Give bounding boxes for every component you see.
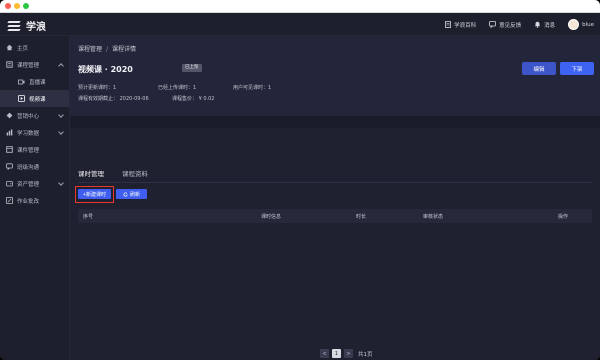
sidebar-item-learning-data[interactable]: 学习数据 [0,124,69,141]
refresh-button[interactable]: 刷新 [116,189,147,199]
feedback-label: 意见反馈 [499,22,522,29]
tab-lesson-management[interactable]: 课时管理 [78,168,104,183]
user-menu[interactable]: blue [568,19,594,30]
edit-button[interactable]: 编辑 [522,62,556,75]
sidebar-item-label: 班级沟通 [17,164,40,171]
app-window: 学浪 学浪百科 意见反馈 消息 blue 主页 课程管理 直播课 视频课 营销中… [0,0,600,360]
close-window-button[interactable] [5,3,11,9]
column-header-review-status: 审核状态 [423,214,444,220]
sidebar-item-label: 视频课 [29,96,46,103]
app-name: 学浪 [26,22,46,33]
section-divider [70,116,600,128]
avatar [568,19,580,30]
prev-page-button[interactable]: < [320,349,329,358]
wallet-icon [6,180,13,187]
sidebar-item-asset-management[interactable]: 资产管理 [0,175,69,192]
take-offline-button[interactable]: 下架 [560,62,594,75]
chat-icon [489,21,496,28]
sidebar-item-video-course[interactable]: 视频课 [0,90,69,107]
sidebar-item-label: 课件管理 [17,147,40,154]
minimize-window-button[interactable] [14,3,20,9]
sidebar-item-label: 资产管理 [17,181,40,188]
new-lesson-button[interactable]: +新建课时 [78,189,111,199]
video-icon [18,78,25,85]
tab-course-materials[interactable]: 课程资料 [122,168,148,182]
sidebar: 主页 课程管理 直播课 视频课 营销中心 学习数据 课件管理 班级沟通 资产管理… [0,36,70,360]
tabs: 课时管理 课程资料 [78,168,166,183]
help-center-label: 学浪百科 [454,22,477,29]
page-total: 共1页 [358,351,373,358]
edit-icon [6,197,13,204]
chevron-up-icon [58,63,64,69]
logo[interactable]: 学浪 [7,18,46,33]
lesson-section: 课时管理 课程资料 +新建课时 刷新 序号 课时信息 时长 审核状态 操作 [70,128,600,360]
notifications-label: 消息 [544,22,556,29]
planned-lessons-info: 预计更新课时：1 [78,85,117,91]
page-number-current[interactable]: 1 [332,349,341,358]
main-content: 课程管理 / 课程详情 视频课 · 2020 已上架 编辑 下架 预计更新课时：1 … [70,36,600,360]
logo-icon [7,20,21,31]
uploaded-lessons-info: 已经上传课时：1 [158,85,197,91]
pagination: < 1 > 共1页 [320,349,373,358]
breadcrumb-separator: / [106,46,109,53]
top-actions: 学浪百科 意见反馈 消息 blue [431,13,594,36]
notifications-link[interactable]: 消息 [534,21,555,29]
window-titlebar [0,0,600,13]
visible-lessons-info: 用户可见课时：1 [233,85,272,91]
book-icon [6,61,13,68]
next-page-button[interactable]: > [344,349,353,358]
column-header-actions: 操作 [558,214,569,220]
chevron-down-icon [58,180,64,186]
breadcrumb-parent[interactable]: 课程管理 [78,46,102,53]
sidebar-item-courseware[interactable]: 课件管理 [0,141,69,158]
sidebar-item-home[interactable]: 主页 [0,39,69,56]
maximize-window-button[interactable] [23,3,29,9]
home-icon [6,44,13,51]
table-header: 序号 课时信息 时长 审核状态 操作 [78,209,592,223]
chart-icon [6,129,13,136]
sidebar-item-label: 营销中心 [17,113,40,120]
username: blue [582,21,594,28]
sidebar-item-marketing[interactable]: 营销中心 [0,107,69,124]
chevron-down-icon [58,112,64,118]
folder-icon [6,146,13,153]
breadcrumb: 课程管理 / 课程详情 [78,44,136,53]
feedback-link[interactable]: 意见反馈 [489,21,521,29]
tabs-divider [78,182,592,183]
validity-info: 课程有效期截止： 2020-09-06 [78,96,149,102]
sidebar-item-label: 主页 [17,45,29,52]
sidebar-item-class-communication[interactable]: 班级沟通 [0,158,69,175]
refresh-label: 刷新 [129,191,140,198]
column-header-duration: 时长 [356,214,367,220]
bell-icon [534,21,541,28]
price-info: 课程售价： ¥ 0.02 [172,96,215,102]
sidebar-item-course-management[interactable]: 课程管理 [0,56,69,73]
help-center-link[interactable]: 学浪百科 [444,21,476,29]
refresh-icon [123,191,128,197]
message-icon [6,163,13,170]
course-header: 课程管理 / 课程详情 视频课 · 2020 已上架 编辑 下架 预计更新课时：1 … [70,36,600,116]
sidebar-item-label: 课程管理 [17,62,40,69]
chevron-down-icon [58,129,64,135]
sidebar-item-label: 作业批改 [17,198,40,205]
sidebar-item-label: 学习数据 [17,130,40,137]
marketing-icon [6,112,13,119]
play-icon [18,95,25,102]
top-navbar: 学浪 学浪百科 意见反馈 消息 blue [0,13,600,36]
status-badge: 已上架 [182,64,202,72]
sidebar-item-label: 直播课 [29,79,46,86]
doc-icon [444,21,451,28]
sidebar-item-live-course[interactable]: 直播课 [0,73,69,90]
breadcrumb-current: 课程详情 [112,46,137,53]
sidebar-item-homework[interactable]: 作业批改 [0,192,69,209]
column-header-index: 序号 [83,214,94,220]
page-title: 视频课 · 2020 [78,65,133,74]
column-header-lesson-info: 课时信息 [261,214,282,220]
